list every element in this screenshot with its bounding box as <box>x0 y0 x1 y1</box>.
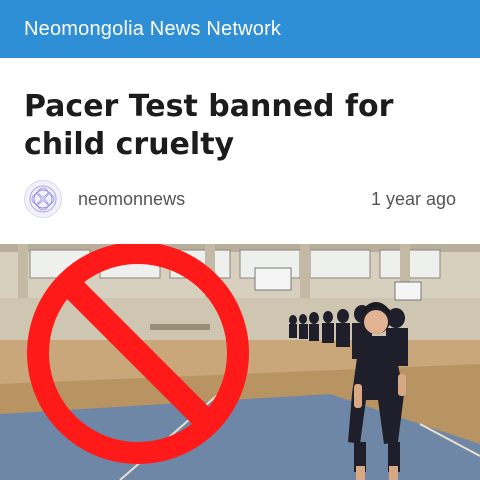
app-header: Neomongolia News Network <box>0 0 480 58</box>
article-image[interactable] <box>0 244 480 480</box>
article-headline: Pacer Test banned for child cruelty <box>24 89 394 162</box>
post-time: 1 year ago <box>370 188 456 209</box>
site-title[interactable]: Neomongolia News Network <box>24 18 281 41</box>
mandala-icon <box>29 185 57 213</box>
byline: neomonnews 1 year ago <box>24 180 456 218</box>
author-name[interactable]: neomonnews <box>78 189 185 210</box>
author-avatar[interactable] <box>24 180 62 218</box>
